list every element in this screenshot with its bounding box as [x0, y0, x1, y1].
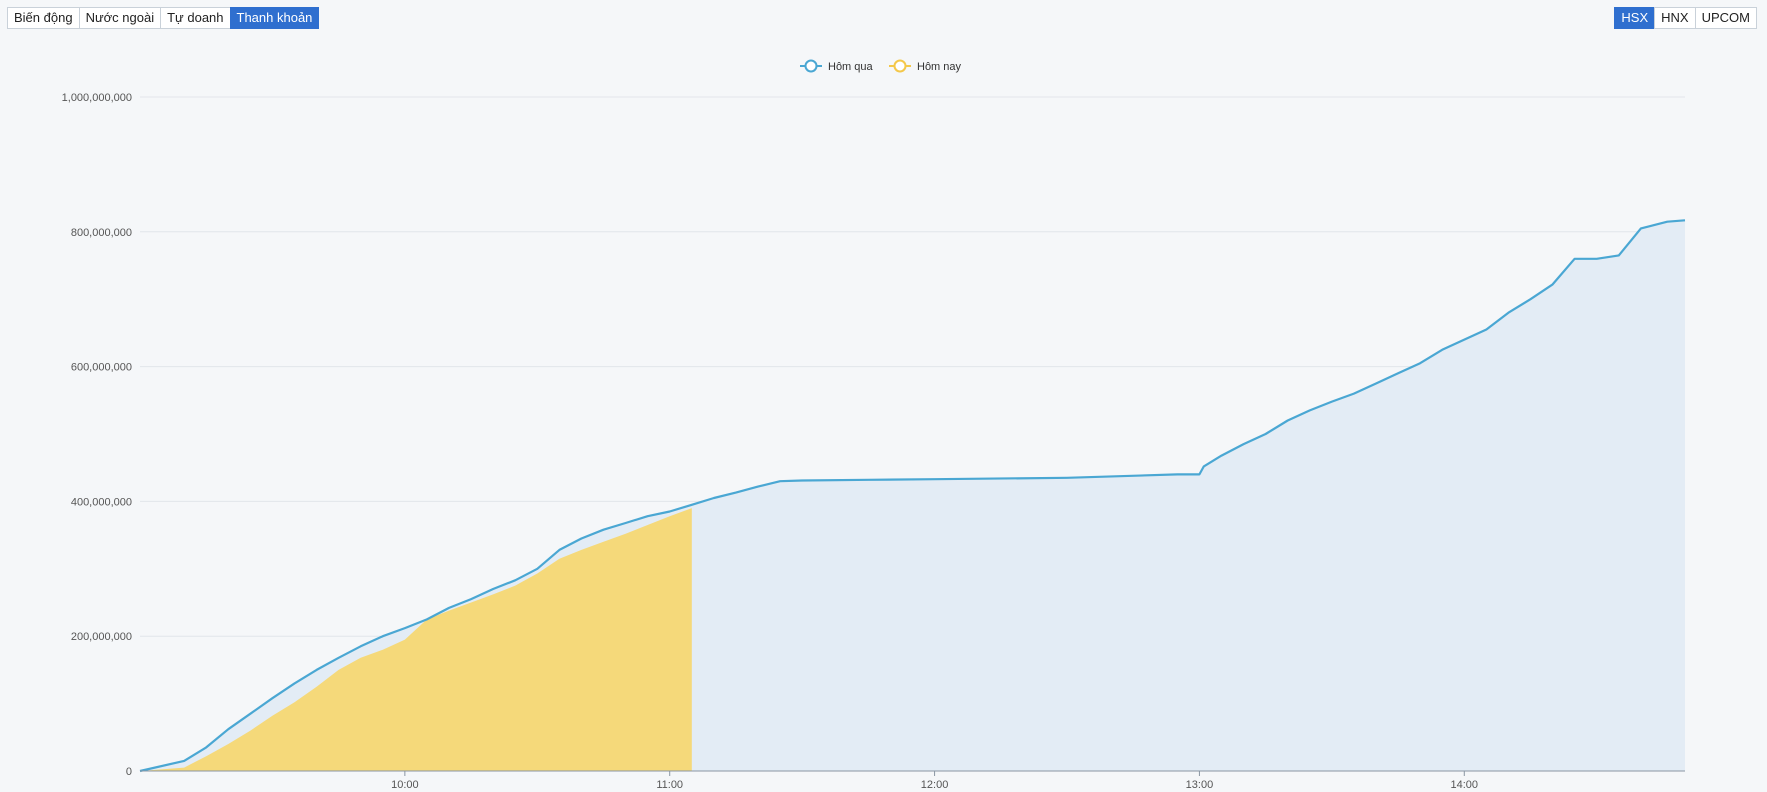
x-tick-label: 11:00: [656, 779, 683, 790]
y-tick-label: 1,000,000,000: [62, 92, 132, 104]
legend-label: Hôm nay: [917, 61, 962, 73]
legend-marker: [893, 59, 907, 73]
x-tick-label: 13:00: [1186, 779, 1214, 790]
legend-item: Hôm nay: [889, 59, 962, 73]
tab-hnx[interactable]: HNX: [1654, 7, 1696, 29]
tab-tu-doanh[interactable]: Tự doanh: [160, 7, 231, 29]
tab-upcom[interactable]: UPCOM: [1694, 7, 1757, 29]
chart-legend: Hôm qua Hôm nay: [800, 59, 962, 73]
view-tabs: Biến động Nước ngoài Tự doanh Thanh khoả…: [7, 7, 320, 29]
liquidity-chart: Hôm qua Hôm nay 0 200,000,000 400,000,000 60…: [62, 59, 1686, 790]
y-tick-label: 400,000,000: [71, 496, 132, 508]
legend-item: Hôm qua: [800, 59, 874, 73]
tab-bien-dong[interactable]: Biến động: [7, 7, 80, 29]
tab-hsx[interactable]: HSX: [1614, 7, 1656, 29]
exchange-tabs: HSX HNX UPCOM: [1614, 7, 1757, 29]
y-tick-label: 600,000,000: [71, 362, 132, 374]
series-area-hom-nay: [140, 508, 692, 771]
x-tick-label: 10:00: [391, 779, 419, 790]
y-tick-label: 0: [126, 766, 132, 778]
tab-nuoc-ngoai[interactable]: Nước ngoài: [78, 7, 162, 29]
tab-thanh-khoan[interactable]: Thanh khoản: [229, 7, 320, 29]
y-tick-label: 800,000,000: [71, 227, 132, 239]
y-tick-label: 200,000,000: [71, 631, 132, 643]
chart-plot: [139, 219, 1686, 773]
x-tick-label: 14:00: [1451, 779, 1479, 790]
x-tick-label: 12:00: [921, 779, 949, 790]
legend-marker: [804, 59, 818, 73]
legend-label: Hôm qua: [828, 61, 874, 73]
